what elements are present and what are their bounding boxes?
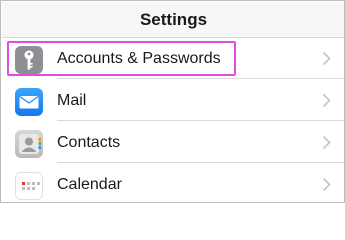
contacts-icon bbox=[15, 130, 43, 158]
row-separator bbox=[57, 162, 344, 163]
row-separator bbox=[57, 78, 344, 79]
settings-screen: Settings Accounts & Passwords Mail Conta… bbox=[0, 0, 345, 203]
settings-item-label: Calendar bbox=[57, 175, 122, 193]
settings-item-label: Contacts bbox=[57, 133, 121, 151]
settings-item-contacts[interactable]: Contacts bbox=[2, 122, 344, 163]
chevron-right-icon bbox=[322, 135, 331, 150]
settings-item-calendar[interactable]: Calendar bbox=[2, 164, 344, 202]
key-icon bbox=[15, 46, 43, 74]
row-separator bbox=[57, 120, 344, 121]
settings-item-mail[interactable]: Mail bbox=[2, 80, 344, 121]
chevron-right-icon bbox=[322, 51, 331, 66]
settings-item-accounts-passwords[interactable]: Accounts & Passwords bbox=[2, 38, 344, 79]
settings-item-label: Mail bbox=[57, 91, 87, 109]
page-title: Settings bbox=[139, 9, 208, 29]
calendar-icon bbox=[15, 172, 43, 200]
chevron-right-icon bbox=[322, 93, 331, 108]
chevron-right-icon bbox=[322, 177, 331, 192]
mail-icon bbox=[15, 88, 43, 116]
navigation-bar: Settings bbox=[2, 2, 344, 38]
settings-item-label: Accounts & Passwords bbox=[57, 49, 221, 67]
